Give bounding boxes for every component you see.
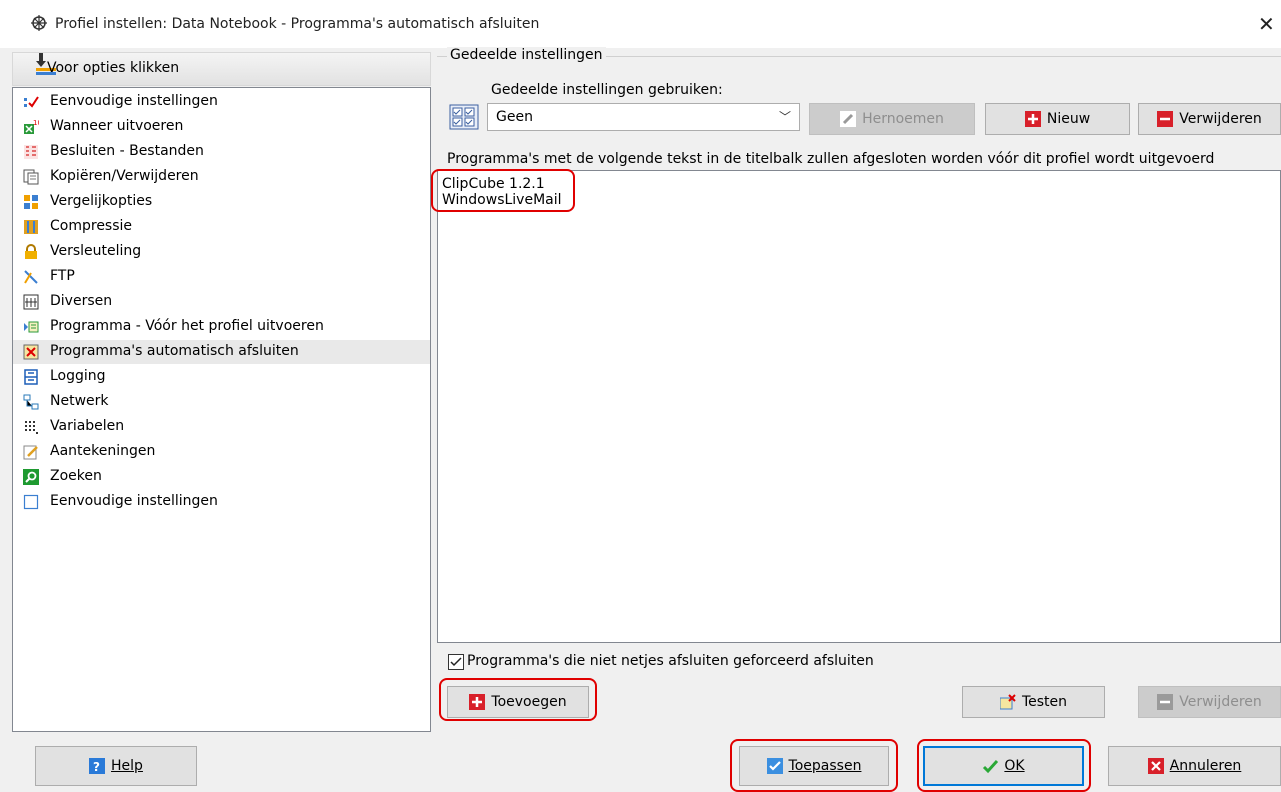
sidebar-item-label: Logging [50, 368, 106, 384]
help-button[interactable]: ? Help [35, 746, 197, 786]
svg-text:10: 10 [33, 119, 39, 127]
shared-settings-select[interactable]: Geen ﹀ [487, 103, 800, 131]
minus-icon [1157, 694, 1174, 710]
chevron-down-icon: ﹀ [778, 110, 791, 124]
schedule-icon: 10 [24, 119, 39, 134]
sidebar-item-versleuteling[interactable]: Versleuteling [13, 240, 430, 264]
close-icon [1147, 758, 1164, 774]
sidebar-item-label: Programma's automatisch afsluiten [50, 343, 299, 359]
programs-list[interactable]: ClipCube 1.2.1 WindowsLiveMail [437, 170, 1281, 643]
shared-settings-label: Gedeelde instellingen gebruiken: [491, 82, 723, 98]
sidebar-item-label: Wanneer uitvoeren [50, 118, 184, 134]
network-icon [23, 394, 39, 410]
cancel-button-label: Annuleren [1169, 758, 1242, 774]
close-program-icon [23, 344, 39, 360]
shared-settings-icon [449, 104, 479, 130]
minus-icon [1157, 111, 1174, 127]
sidebar-item-variabelen[interactable]: Variabelen [13, 415, 430, 439]
remove-button-label: Verwijderen [1179, 694, 1262, 710]
file-filter-icon [24, 145, 38, 159]
sidebar-item-besluiten-bestanden[interactable]: Besluiten - Bestanden [13, 140, 430, 164]
sidebar-item-label: Zoeken [50, 468, 102, 484]
annotation-highlight-add [439, 678, 597, 721]
sidebar-item-label: Versleuteling [50, 243, 142, 259]
sidebar-item-label: Kopiëren/Verwijderen [50, 168, 199, 184]
sidebar-item-vergelijkopties[interactable]: Vergelijkopties [13, 190, 430, 214]
remove-button[interactable]: Verwijderen [1138, 686, 1281, 718]
new-button[interactable]: Nieuw [985, 103, 1130, 135]
test-button[interactable]: Testen [962, 686, 1105, 718]
test-icon [999, 694, 1016, 710]
simple-settings-icon [23, 494, 39, 510]
sidebar-item-label: Netwerk [50, 393, 109, 409]
sidebar-item-zoeken[interactable]: Zoeken [13, 465, 430, 489]
shared-settings-value: Geen [496, 109, 533, 125]
sidebar-item-eenvoudige-instellingen-2[interactable]: Eenvoudige instellingen [13, 490, 430, 514]
lock-icon [25, 244, 37, 259]
programs-label: Programma's met de volgende tekst in de … [447, 151, 1215, 167]
sidebar-item-label: Vergelijkopties [50, 193, 153, 209]
force-close-checkbox[interactable] [448, 654, 464, 670]
sidebar-item-label: Variabelen [50, 418, 125, 434]
sidebar-item-aantekeningen[interactable]: Aantekeningen [13, 440, 430, 464]
svg-text:?: ? [93, 760, 100, 774]
annotation-highlight-programs [431, 169, 575, 212]
test-button-label: Testen [1021, 694, 1068, 710]
sidebar-item-programmas-afsluiten[interactable]: Programma's automatisch afsluiten [13, 340, 430, 364]
annotation-highlight-ok [917, 739, 1091, 792]
sidebar-item-eenvoudige-instellingen[interactable]: Eenvoudige instellingen [13, 90, 430, 114]
sidebar-item-programma-voor[interactable]: Programma - Vóór het profiel uitvoeren [13, 315, 430, 339]
shared-settings-title: Gedeelde instellingen [447, 47, 606, 63]
sidebar-item-logging[interactable]: Logging [13, 365, 430, 389]
help-button-label: Help [111, 758, 143, 774]
sidebar-item-compressie[interactable]: Compressie [13, 215, 430, 239]
copy-delete-icon [23, 169, 39, 185]
ftp-icon [24, 270, 38, 284]
rename-button[interactable]: Hernoemen [809, 103, 975, 135]
sidebar-item-label: Diversen [50, 293, 113, 309]
sidebar-item-ftp[interactable]: FTP [13, 265, 430, 289]
compare-icon [24, 195, 38, 209]
options-header-label: Voor opties klikken [47, 60, 180, 76]
sidebar-item-diversen[interactable]: Diversen [13, 290, 430, 314]
sidebar-item-label: FTP [50, 268, 75, 284]
sidebar-item-label: Eenvoudige instellingen [50, 93, 218, 109]
pencil-icon [840, 111, 857, 127]
new-button-label: Nieuw [1046, 111, 1091, 127]
sidebar-item-label: Programma - Vóór het profiel uitvoeren [50, 318, 324, 334]
compression-icon [24, 220, 38, 234]
variables-icon [25, 421, 38, 434]
run-program-icon [24, 321, 39, 333]
sidebar-item-label: Eenvoudige instellingen [50, 493, 218, 509]
delete-shared-button-label: Verwijderen [1179, 111, 1262, 127]
app-icon [31, 15, 47, 31]
sidebar-item-label: Besluiten - Bestanden [50, 143, 204, 159]
plus-icon [1024, 111, 1041, 127]
window-title: Profiel instellen: Data Notebook - Progr… [55, 16, 540, 32]
cancel-button[interactable]: Annuleren [1108, 746, 1281, 786]
sidebar-item-netwerk[interactable]: Netwerk [13, 390, 430, 414]
force-close-label: Programma's die niet netjes afsluiten ge… [467, 653, 874, 669]
notes-icon [23, 445, 38, 460]
logging-icon [24, 369, 38, 385]
search-icon [23, 469, 39, 485]
misc-icon [23, 294, 39, 310]
sidebar-item-kopieren-verwijderen[interactable]: Kopiëren/Verwijderen [13, 165, 430, 189]
help-icon: ? [89, 758, 106, 774]
checkmark-icon [450, 657, 462, 667]
simple-settings-icon [24, 96, 39, 108]
rename-button-label: Hernoemen [862, 111, 944, 127]
annotation-highlight-apply [730, 739, 898, 792]
options-list: Eenvoudige instellingen 10 Wanneer uitvo… [12, 87, 431, 732]
sidebar-item-wanneer-uitvoeren[interactable]: 10 Wanneer uitvoeren [13, 115, 430, 139]
sidebar-item-label: Compressie [50, 218, 133, 234]
delete-shared-button[interactable]: Verwijderen [1138, 103, 1281, 135]
sidebar-item-label: Aantekeningen [50, 443, 156, 459]
close-icon[interactable]: ✕ [1258, 12, 1275, 36]
